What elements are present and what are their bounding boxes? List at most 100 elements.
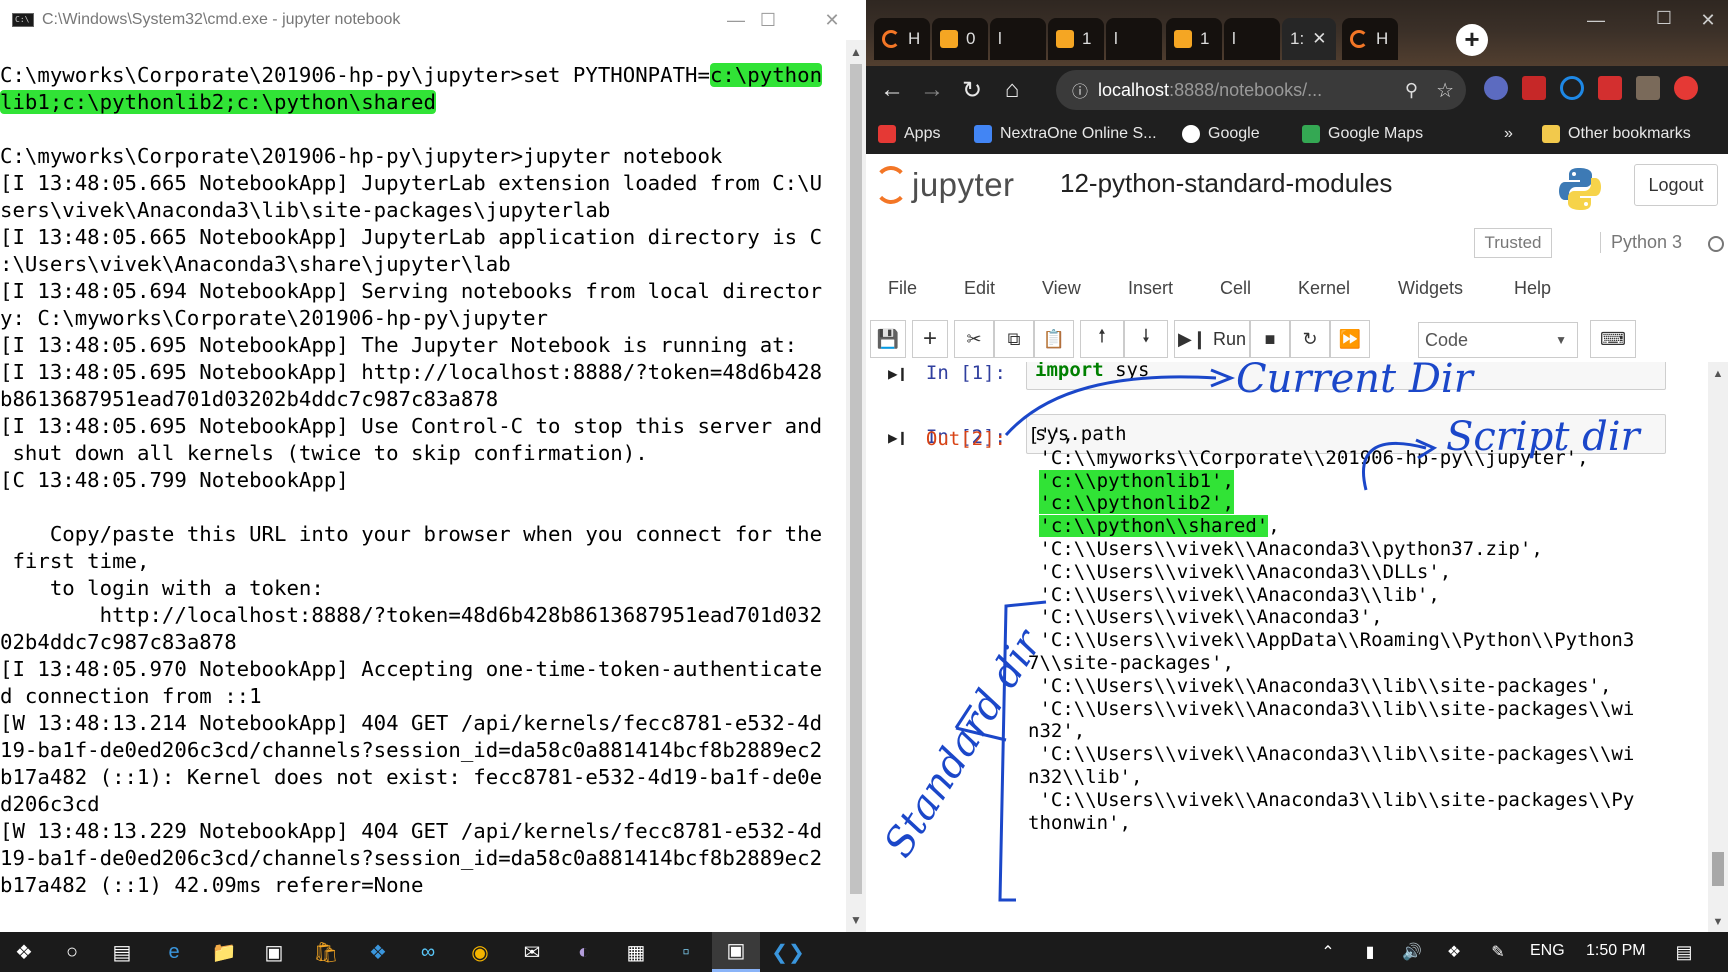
browser-tab[interactable]: 0: [932, 18, 988, 60]
move-down-icon[interactable]: 🠗: [1124, 320, 1168, 358]
restart-icon[interactable]: ↻: [1290, 320, 1330, 358]
browser-tab[interactable]: H: [874, 18, 930, 60]
menu-help[interactable]: Help: [1514, 278, 1551, 299]
interrupt-icon[interactable]: ■: [1250, 320, 1290, 358]
cmd-scrollbar[interactable]: ▲ ▼: [846, 40, 866, 932]
terminal-icon[interactable]: ▣: [250, 932, 298, 972]
browser-tab[interactable]: 1: [1166, 18, 1222, 60]
profile-avatar[interactable]: [1636, 76, 1660, 100]
paste-icon[interactable]: 📋: [1034, 320, 1074, 358]
task-view-icon[interactable]: ▤: [98, 932, 146, 972]
home-icon[interactable]: ⌂: [992, 76, 1032, 104]
app-icon-gray[interactable]: ▦: [612, 932, 660, 972]
console-text: 19-ba1f-de0ed206c3cd/channels?session_id…: [0, 846, 823, 870]
close-button[interactable]: ✕: [802, 0, 862, 40]
grammarly-icon[interactable]: [1560, 76, 1584, 100]
scroll-up-icon[interactable]: ▲: [1708, 368, 1728, 380]
save-icon[interactable]: 💾: [870, 320, 906, 358]
app-icon-purple[interactable]: ◐: [560, 932, 608, 972]
update-icon[interactable]: [1674, 76, 1698, 100]
chrome-close-button[interactable]: ✕: [1688, 0, 1728, 40]
notebook-scrollbar[interactable]: ▲ ▼: [1708, 362, 1728, 932]
scrollbar-thumb[interactable]: [1712, 852, 1724, 886]
back-icon[interactable]: ←: [872, 76, 912, 104]
jupyter-logo[interactable]: jupyter: [874, 166, 1015, 204]
tray-chevron-icon[interactable]: ⌃: [1304, 932, 1352, 972]
gmail-icon[interactable]: [1598, 76, 1622, 100]
run-cell-icon[interactable]: ▶❙: [888, 428, 907, 447]
cell-type-select[interactable]: Code ▼: [1418, 322, 1578, 358]
browser-tab[interactable]: l: [1224, 18, 1280, 60]
clock[interactable]: 1:50 PM: [1586, 942, 1646, 960]
menu-cell[interactable]: Cell: [1220, 278, 1251, 299]
menu-widgets[interactable]: Widgets: [1398, 278, 1463, 299]
new-tab-button[interactable]: +: [1456, 24, 1488, 56]
menu-edit[interactable]: Edit: [964, 278, 995, 299]
dropbox-tray-icon[interactable]: ❖: [1430, 932, 1478, 972]
restart-run-all-icon[interactable]: ⏩: [1330, 320, 1370, 358]
store-icon[interactable]: 🛍: [302, 932, 350, 972]
trusted-indicator[interactable]: Trusted: [1474, 228, 1552, 258]
cut-icon[interactable]: ✂: [954, 320, 994, 358]
scroll-down-icon[interactable]: ▼: [846, 910, 866, 930]
cmd-taskbar-icon[interactable]: ▣: [712, 932, 760, 972]
extension-icon-2[interactable]: [1522, 76, 1546, 100]
pen-icon[interactable]: ✎: [1474, 932, 1522, 972]
copy-icon[interactable]: ⧉: [994, 320, 1034, 358]
tab-close-icon[interactable]: ✕: [1312, 29, 1326, 49]
start-icon[interactable]: ❖: [0, 932, 48, 972]
scroll-up-icon[interactable]: ▲: [846, 42, 866, 62]
battery-icon[interactable]: ▮: [1346, 932, 1394, 972]
chrome-minimize-button[interactable]: —: [1566, 0, 1626, 40]
mail-icon[interactable]: ✉: [508, 932, 556, 972]
insert-cell-icon[interactable]: +: [912, 320, 948, 358]
infinity-app-icon[interactable]: ∞: [404, 932, 452, 972]
cell-input[interactable]: import sys: [1026, 362, 1666, 390]
bookmark-item[interactable]: Google: [1182, 114, 1260, 154]
console-output[interactable]: C:\myworks\Corporate\201906-hp-py\jupyte…: [0, 62, 846, 918]
file-explorer-icon[interactable]: 📁: [200, 932, 248, 972]
menu-insert[interactable]: Insert: [1128, 278, 1173, 299]
menu-view[interactable]: View: [1042, 278, 1081, 299]
scrollbar-thumb[interactable]: [850, 64, 862, 894]
browser-tab[interactable]: H: [1342, 18, 1398, 60]
keyboard-icon[interactable]: ⌨: [1590, 320, 1636, 358]
run-button[interactable]: ▶❙ Run: [1174, 320, 1250, 358]
notebook-title[interactable]: 12-python-standard-modules: [1060, 168, 1392, 199]
vscode-icon[interactable]: ❮❯: [764, 932, 812, 972]
bookmark-item[interactable]: Google Maps: [1302, 114, 1423, 154]
app-icon-blue[interactable]: ▫: [662, 932, 710, 972]
zoom-icon[interactable]: ⚲: [1405, 80, 1418, 101]
menu-kernel[interactable]: Kernel: [1298, 278, 1350, 299]
scroll-down-icon[interactable]: ▼: [1708, 916, 1728, 928]
kernel-name[interactable]: Python 3: [1600, 232, 1682, 253]
browser-tab[interactable]: 1: [1048, 18, 1104, 60]
edge-icon[interactable]: e: [150, 932, 198, 972]
logout-button[interactable]: Logout: [1634, 164, 1718, 206]
address-bar[interactable]: ⓘ localhost:8888/notebooks/... ⚲ ☆: [1056, 70, 1466, 110]
other-bookmarks[interactable]: Other bookmarks: [1542, 114, 1691, 154]
info-icon[interactable]: ⓘ: [1072, 78, 1088, 102]
search-icon[interactable]: ○: [48, 932, 96, 972]
chrome-icon[interactable]: ◉: [456, 932, 504, 972]
browser-tab[interactable]: l: [990, 18, 1046, 60]
chrome-maximize-button[interactable]: ☐: [1634, 0, 1694, 38]
browser-tab[interactable]: l: [1106, 18, 1162, 60]
browser-tab[interactable]: 1: ✕: [1282, 18, 1336, 60]
notifications-icon[interactable]: ▤: [1660, 932, 1708, 972]
language-indicator[interactable]: ENG: [1530, 942, 1565, 960]
dropbox-icon[interactable]: ❖: [354, 932, 402, 972]
move-up-icon[interactable]: 🠕: [1080, 320, 1124, 358]
cmd-titlebar[interactable]: C:\ C:\Windows\System32\cmd.exe - jupyte…: [0, 0, 866, 40]
extension-icon-1[interactable]: [1484, 76, 1508, 100]
bookmark-star-icon[interactable]: ☆: [1436, 78, 1454, 103]
bookmark-item[interactable]: Apps: [878, 114, 940, 154]
bookmarks-more-button[interactable]: »: [1504, 114, 1513, 154]
maximize-button[interactable]: ☐: [738, 0, 798, 40]
menu-file[interactable]: File: [888, 278, 917, 299]
reload-icon[interactable]: ↻: [952, 76, 992, 105]
bookmark-item[interactable]: NextraOne Online S...: [974, 114, 1157, 154]
run-cell-icon[interactable]: ▶❙: [888, 364, 907, 383]
forward-icon[interactable]: →: [912, 76, 952, 104]
volume-icon[interactable]: 🔊: [1388, 932, 1436, 972]
